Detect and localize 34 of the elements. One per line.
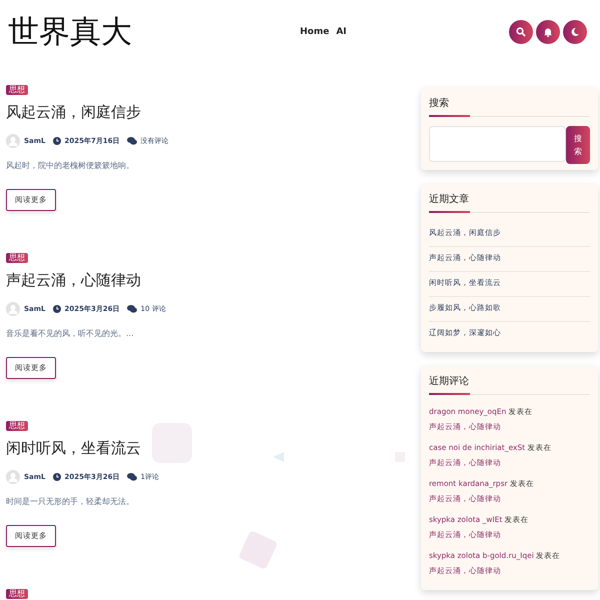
comments-icon (126, 473, 137, 481)
category-tag[interactable]: 思想 (6, 253, 28, 263)
category-tag[interactable]: 思想 (6, 85, 28, 95)
post-excerpt: 时间是一只无形的手，轻柔却无法。 (6, 496, 135, 507)
clock-icon (52, 305, 61, 313)
bell-icon (543, 27, 553, 37)
comments-icon (126, 305, 137, 313)
search-submit-button[interactable]: 搜索 (566, 126, 590, 164)
clock-icon (52, 137, 61, 145)
post-excerpt: 风起时，院中的老槐树便簌簌地响。 (6, 160, 135, 171)
category-tag[interactable]: 思想 (6, 421, 28, 431)
search-button[interactable] (509, 20, 533, 44)
background-shape (273, 452, 284, 462)
avatar (6, 470, 20, 484)
nav-link[interactable]: Home (300, 27, 330, 37)
nav-link[interactable]: AI (336, 27, 347, 37)
avatar (6, 134, 20, 148)
search-icon (516, 27, 526, 37)
search-field[interactable] (429, 126, 566, 162)
comments-icon (126, 137, 137, 145)
notification-button[interactable] (536, 20, 560, 44)
widget-title: 搜索 (429, 96, 590, 117)
moon-icon (570, 27, 580, 37)
category-tag[interactable]: 思想 (6, 589, 28, 599)
site-title[interactable]: 世界真大 (8, 11, 300, 53)
clock-icon (52, 473, 61, 481)
post-title[interactable]: 声起云涌，心随律动 (6, 271, 326, 290)
avatar (6, 302, 20, 316)
widget-title: 近期评论 (429, 374, 590, 395)
post-title[interactable]: 闲时听风，坐看流云 (6, 439, 326, 458)
widget-title: 近期文章 (429, 192, 590, 213)
post-title[interactable]: 风起云涌，闲庭信步 (6, 103, 326, 122)
dark-mode-button[interactable] (563, 20, 587, 44)
post-excerpt: 音乐是看不见的风，听不见的光。... (6, 328, 135, 339)
